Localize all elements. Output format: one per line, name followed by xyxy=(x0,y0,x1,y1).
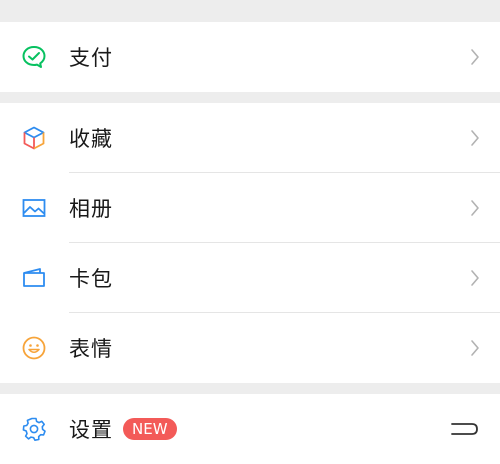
settings-group: 设置 NEW xyxy=(0,394,500,464)
menu-item-stickers[interactable]: 表情 xyxy=(0,313,500,383)
menu-item-favorites-label: 收藏 xyxy=(69,127,113,151)
cube-icon xyxy=(20,124,48,152)
group-spacer xyxy=(0,92,500,103)
wallet-card-icon xyxy=(20,264,48,292)
swipe-hint-icon xyxy=(451,423,478,435)
menu-item-cards-label: 卡包 xyxy=(69,267,113,291)
image-icon xyxy=(20,194,48,222)
menu-item-settings-label: 设置 xyxy=(69,418,113,442)
menu-item-stickers-label: 表情 xyxy=(69,337,113,361)
gear-icon xyxy=(20,415,48,443)
menu-item-cards[interactable]: 卡包 xyxy=(0,243,500,313)
top-spacer xyxy=(0,0,500,22)
pay-group: 支付 xyxy=(0,22,500,92)
new-badge: NEW xyxy=(123,418,177,440)
menu-item-settings[interactable]: 设置 NEW xyxy=(0,394,500,464)
menu-item-pay[interactable]: 支付 xyxy=(0,22,500,92)
chevron-right-icon xyxy=(471,130,479,146)
chevron-right-icon xyxy=(471,200,479,216)
menu-item-favorites[interactable]: 收藏 xyxy=(0,103,500,173)
wechat-pay-icon xyxy=(20,43,48,71)
menu-item-album-label: 相册 xyxy=(69,197,113,221)
chevron-right-icon xyxy=(471,270,479,286)
chevron-right-icon xyxy=(471,340,479,356)
smiley-icon xyxy=(20,334,48,362)
menu-item-album[interactable]: 相册 xyxy=(0,173,500,243)
menu-item-pay-label: 支付 xyxy=(69,46,113,70)
group-spacer xyxy=(0,383,500,394)
features-group: 收藏 相册 卡包 表情 xyxy=(0,103,500,383)
chevron-right-icon xyxy=(471,49,479,65)
